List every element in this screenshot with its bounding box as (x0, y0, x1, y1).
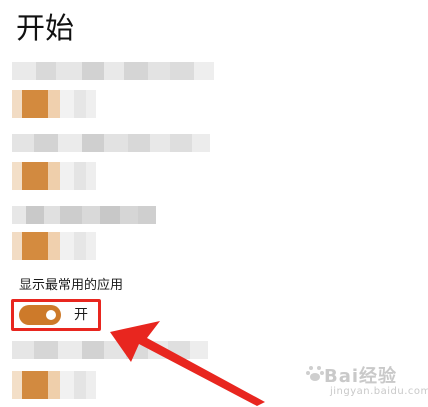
arrow-pointer-icon (110, 321, 265, 406)
watermark: Bai经验 jingyan.baidu.com (306, 358, 428, 402)
watermark-brand: Bai经验 (324, 366, 398, 387)
watermark-url: jingyan.baidu.com (330, 386, 428, 397)
paw-icon (306, 366, 324, 381)
